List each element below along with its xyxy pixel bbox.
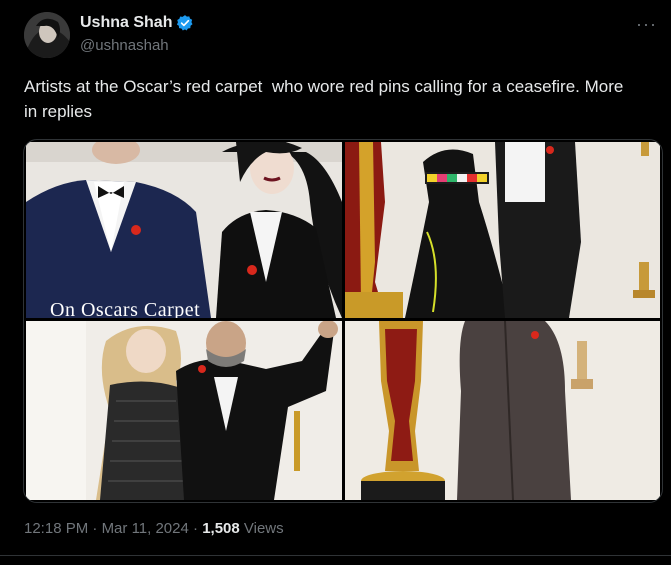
tweet-time[interactable]: 12:18 PM — [24, 520, 88, 537]
views-label: Views — [239, 520, 284, 537]
media-grid[interactable]: On Oscars Carpet — [23, 139, 663, 503]
tweet-text: Artists at the Oscar’s red carpet who wo… — [24, 77, 629, 121]
media-photo-1[interactable]: On Oscars Carpet — [26, 142, 342, 318]
separator: · — [188, 520, 203, 537]
tweet-meta: 12:18 PM · Mar 11, 2024 · 1,508 Views — [24, 520, 284, 537]
media-photo-2[interactable] — [345, 142, 660, 318]
media-photo-3[interactable] — [26, 321, 342, 500]
views-count: 1,508 — [202, 520, 240, 537]
separator: · — [88, 520, 102, 537]
display-name[interactable]: Ushna Shah — [80, 14, 172, 32]
user-handle[interactable]: @ushnashah — [80, 37, 169, 54]
tweet-date[interactable]: Mar 11, 2024 — [102, 520, 189, 537]
media-caption: On Oscars Carpet — [50, 299, 201, 318]
divider — [0, 555, 671, 556]
verified-badge-icon — [176, 14, 194, 32]
avatar[interactable] — [24, 12, 70, 58]
media-photo-4[interactable] — [345, 321, 660, 500]
more-options-icon[interactable]: ··· — [636, 14, 657, 35]
